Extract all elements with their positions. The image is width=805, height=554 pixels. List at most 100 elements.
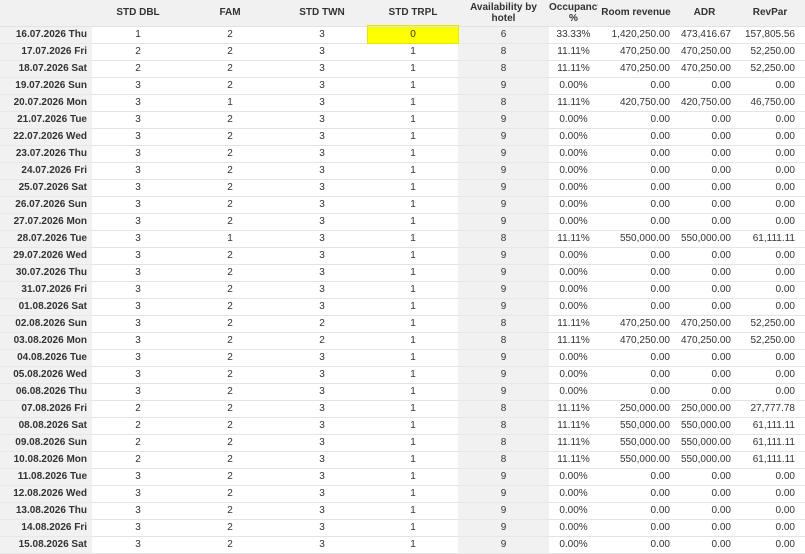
std-dbl-cell[interactable]: 3	[92, 298, 184, 316]
fam-cell[interactable]: 2	[184, 145, 276, 163]
fam-cell[interactable]: 2	[184, 128, 276, 146]
std-dbl-cell[interactable]: 3	[92, 383, 184, 401]
std-trpl-cell[interactable]: 1	[368, 366, 458, 384]
std-trpl-cell[interactable]: 1	[368, 502, 458, 520]
std-twn-cell[interactable]: 3	[276, 468, 368, 486]
std-twn-cell[interactable]: 3	[276, 179, 368, 197]
fam-cell[interactable]: 2	[184, 77, 276, 95]
std-twn-cell[interactable]: 3	[276, 298, 368, 316]
fam-cell[interactable]: 2	[184, 485, 276, 503]
std-twn-cell[interactable]: 3	[276, 247, 368, 265]
std-twn-cell[interactable]: 3	[276, 519, 368, 537]
fam-cell[interactable]: 2	[184, 162, 276, 180]
std-trpl-cell[interactable]: 1	[368, 417, 458, 435]
std-twn-cell[interactable]: 3	[276, 128, 368, 146]
fam-cell[interactable]: 2	[184, 213, 276, 231]
std-twn-cell[interactable]: 3	[276, 60, 368, 78]
std-twn-cell[interactable]: 3	[276, 485, 368, 503]
std-twn-cell[interactable]: 2	[276, 332, 368, 350]
std-trpl-cell[interactable]: 1	[368, 332, 458, 350]
std-dbl-cell[interactable]: 3	[92, 502, 184, 520]
fam-cell[interactable]: 2	[184, 43, 276, 61]
std-twn-cell[interactable]: 3	[276, 434, 368, 452]
std-trpl-cell[interactable]: 1	[368, 485, 458, 503]
std-dbl-cell[interactable]: 2	[92, 417, 184, 435]
std-twn-cell[interactable]: 3	[276, 145, 368, 163]
std-twn-cell[interactable]: 3	[276, 26, 368, 44]
fam-cell[interactable]: 2	[184, 332, 276, 350]
std-dbl-cell[interactable]: 3	[92, 94, 184, 112]
fam-cell[interactable]: 2	[184, 247, 276, 265]
column-header-std-dbl[interactable]: STD DBL	[92, 0, 184, 27]
std-trpl-cell[interactable]: 1	[368, 451, 458, 469]
std-trpl-cell[interactable]: 1	[368, 60, 458, 78]
std-dbl-cell[interactable]: 3	[92, 349, 184, 367]
std-twn-cell[interactable]: 3	[276, 43, 368, 61]
std-twn-cell[interactable]: 3	[276, 77, 368, 95]
std-trpl-cell[interactable]: 1	[368, 383, 458, 401]
std-dbl-cell[interactable]: 2	[92, 451, 184, 469]
std-trpl-cell[interactable]: 1	[368, 468, 458, 486]
std-dbl-cell[interactable]: 3	[92, 213, 184, 231]
std-trpl-cell-selected[interactable]: 0	[367, 25, 459, 44]
std-dbl-cell[interactable]: 3	[92, 196, 184, 214]
std-twn-cell[interactable]: 3	[276, 536, 368, 554]
fam-cell[interactable]: 2	[184, 298, 276, 316]
fam-cell[interactable]: 2	[184, 315, 276, 333]
fam-cell[interactable]: 2	[184, 60, 276, 78]
column-header-std-trpl[interactable]: STD TRPL	[368, 0, 458, 27]
std-trpl-cell[interactable]: 1	[368, 128, 458, 146]
std-trpl-cell[interactable]: 1	[368, 315, 458, 333]
std-dbl-cell[interactable]: 3	[92, 519, 184, 537]
std-twn-cell[interactable]: 3	[276, 383, 368, 401]
std-twn-cell[interactable]: 3	[276, 196, 368, 214]
std-twn-cell[interactable]: 3	[276, 502, 368, 520]
std-dbl-cell[interactable]: 3	[92, 485, 184, 503]
std-dbl-cell[interactable]: 3	[92, 162, 184, 180]
std-dbl-cell[interactable]: 2	[92, 434, 184, 452]
fam-cell[interactable]: 2	[184, 196, 276, 214]
std-twn-cell[interactable]: 3	[276, 264, 368, 282]
column-header-std-twn[interactable]: STD TWN	[276, 0, 368, 27]
std-dbl-cell[interactable]: 2	[92, 400, 184, 418]
std-dbl-cell[interactable]: 3	[92, 145, 184, 163]
std-twn-cell[interactable]: 3	[276, 111, 368, 129]
fam-cell[interactable]: 2	[184, 519, 276, 537]
std-twn-cell[interactable]: 3	[276, 213, 368, 231]
std-trpl-cell[interactable]: 1	[368, 196, 458, 214]
std-trpl-cell[interactable]: 1	[368, 162, 458, 180]
std-trpl-cell[interactable]: 1	[368, 77, 458, 95]
std-trpl-cell[interactable]: 1	[368, 43, 458, 61]
std-dbl-cell[interactable]: 3	[92, 468, 184, 486]
std-twn-cell[interactable]: 2	[276, 315, 368, 333]
fam-cell[interactable]: 2	[184, 26, 276, 44]
std-dbl-cell[interactable]: 2	[92, 60, 184, 78]
fam-cell[interactable]: 2	[184, 383, 276, 401]
std-trpl-cell[interactable]: 1	[368, 247, 458, 265]
std-twn-cell[interactable]: 3	[276, 162, 368, 180]
std-trpl-cell[interactable]: 1	[368, 400, 458, 418]
std-dbl-cell[interactable]: 3	[92, 111, 184, 129]
std-dbl-cell[interactable]: 1	[92, 26, 184, 44]
fam-cell[interactable]: 1	[184, 94, 276, 112]
std-twn-cell[interactable]: 3	[276, 400, 368, 418]
fam-cell[interactable]: 2	[184, 502, 276, 520]
std-trpl-cell[interactable]: 1	[368, 519, 458, 537]
std-trpl-cell[interactable]: 1	[368, 298, 458, 316]
std-trpl-cell[interactable]: 1	[368, 213, 458, 231]
std-dbl-cell[interactable]: 3	[92, 281, 184, 299]
std-twn-cell[interactable]: 3	[276, 281, 368, 299]
std-trpl-cell[interactable]: 1	[368, 111, 458, 129]
fam-cell[interactable]: 2	[184, 400, 276, 418]
std-dbl-cell[interactable]: 3	[92, 77, 184, 95]
fam-cell[interactable]: 2	[184, 417, 276, 435]
std-dbl-cell[interactable]: 3	[92, 332, 184, 350]
fam-cell[interactable]: 2	[184, 468, 276, 486]
column-header-fam[interactable]: FAM	[184, 0, 276, 27]
std-twn-cell[interactable]: 3	[276, 349, 368, 367]
std-twn-cell[interactable]: 3	[276, 451, 368, 469]
std-dbl-cell[interactable]: 3	[92, 128, 184, 146]
fam-cell[interactable]: 2	[184, 179, 276, 197]
std-dbl-cell[interactable]: 3	[92, 247, 184, 265]
std-dbl-cell[interactable]: 3	[92, 536, 184, 554]
